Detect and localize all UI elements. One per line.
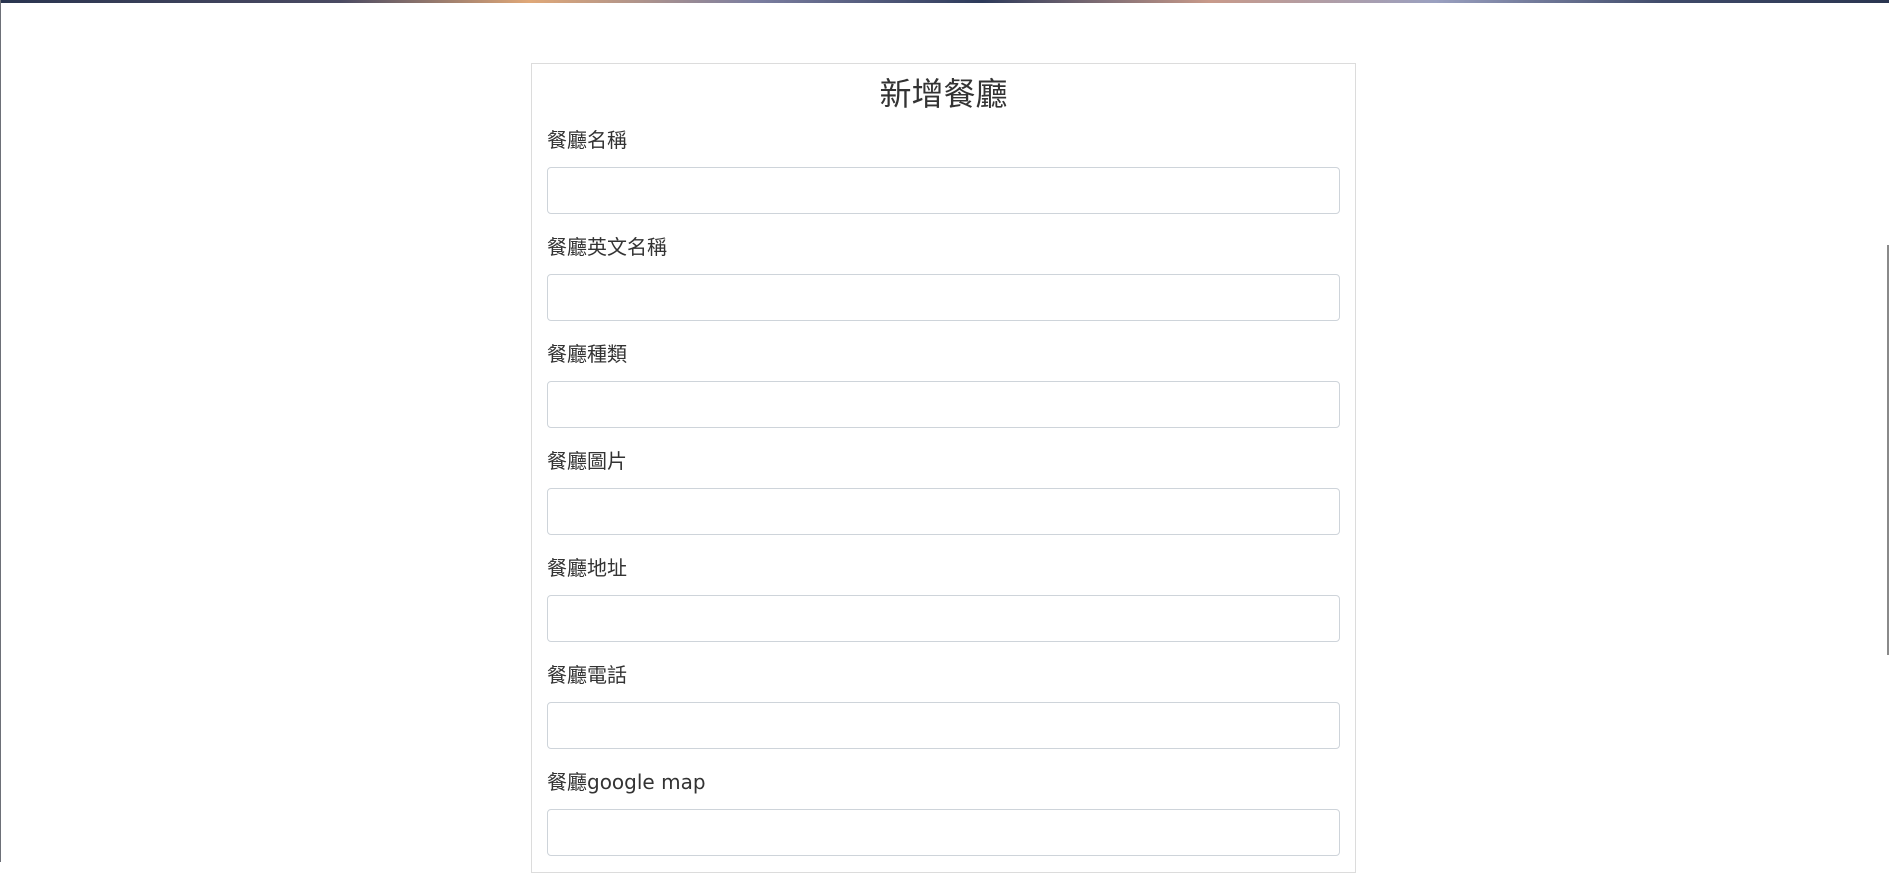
restaurant-category-label: 餐廳種類	[547, 342, 627, 366]
restaurant-address-label: 餐廳地址	[547, 556, 627, 580]
restaurant-image-label: 餐廳圖片	[547, 449, 627, 473]
add-restaurant-form: 新增餐廳 餐廳名稱 餐廳英文名稱 餐廳種類 餐廳圖片 餐廳地址 餐廳電話 餐廳g…	[531, 63, 1356, 873]
restaurant-google-map-label: 餐廳google map	[547, 770, 706, 794]
restaurant-name-label: 餐廳名稱	[547, 128, 627, 152]
restaurant-english-name-input[interactable]	[547, 274, 1340, 321]
restaurant-image-input[interactable]	[547, 488, 1340, 535]
restaurant-english-name-label: 餐廳英文名稱	[547, 235, 667, 259]
restaurant-name-input[interactable]	[547, 167, 1340, 214]
restaurant-address-input[interactable]	[547, 595, 1340, 642]
restaurant-phone-label: 餐廳電話	[547, 663, 627, 687]
restaurant-category-input[interactable]	[547, 381, 1340, 428]
restaurant-google-map-input[interactable]	[547, 809, 1340, 856]
top-banner-strip	[0, 0, 1889, 3]
page-title: 新增餐廳	[879, 75, 1008, 113]
window-left-edge	[0, 0, 1, 862]
restaurant-phone-input[interactable]	[547, 702, 1340, 749]
